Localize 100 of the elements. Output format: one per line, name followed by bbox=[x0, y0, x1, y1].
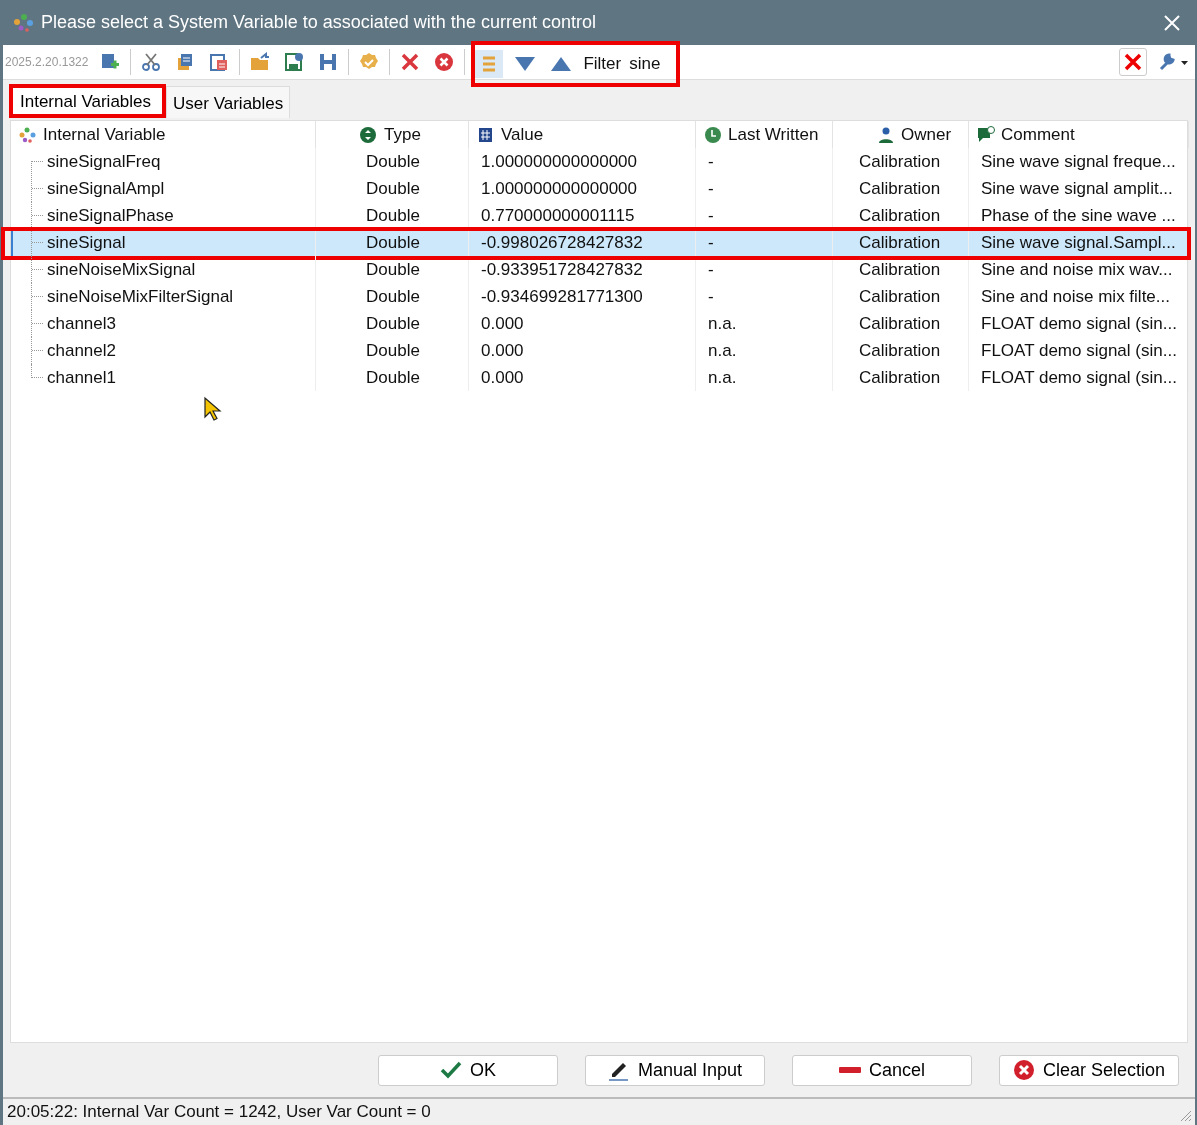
variable-name: channel2 bbox=[47, 339, 116, 362]
variable-name: sineSignal bbox=[47, 231, 126, 254]
version-label: 2025.2.20.1322 bbox=[5, 54, 89, 71]
delete-icon bbox=[400, 52, 421, 72]
table-cell: - bbox=[696, 256, 833, 283]
table-cell: Double bbox=[316, 202, 469, 229]
dialog-button[interactable]: Cancel bbox=[792, 1054, 972, 1086]
filter-value: sine bbox=[629, 53, 661, 76]
comment-icon bbox=[977, 126, 995, 144]
filter-label: Filter bbox=[583, 53, 622, 76]
table-cell: 0.770000000001115 bbox=[469, 202, 696, 229]
seal-check-icon bbox=[359, 52, 380, 72]
table-cell: FLOAT demo signal (sin... bbox=[969, 337, 1189, 364]
column-header[interactable]: Type bbox=[316, 121, 469, 149]
table-cell: Calibration bbox=[833, 202, 969, 229]
tree-item[interactable]: sineNoiseMixSignal bbox=[11, 256, 316, 283]
table-cell: 0.000 bbox=[469, 310, 696, 337]
tree-item[interactable]: sineNoiseMixFilterSignal bbox=[11, 283, 316, 310]
table-cell: Double bbox=[316, 229, 469, 256]
table-cell: Calibration bbox=[833, 283, 969, 310]
table-cell: - bbox=[696, 148, 833, 175]
table-cell: - bbox=[696, 283, 833, 310]
table-cell: Double bbox=[316, 175, 469, 202]
dialog-button[interactable]: Clear Selection bbox=[999, 1054, 1179, 1086]
table-cell: 0.000 bbox=[469, 337, 696, 364]
header-label: Value bbox=[501, 124, 544, 147]
letter-h-icon bbox=[318, 52, 339, 72]
minus-icon bbox=[839, 1067, 861, 1073]
window-title: Please select a System Variable to associated with the current control bbox=[41, 11, 596, 34]
tree-item[interactable]: sineSignalAmpl bbox=[11, 175, 316, 202]
wrench-caret-icon bbox=[1157, 52, 1189, 72]
clock-icon bbox=[704, 126, 722, 144]
tree-item[interactable]: sineSignalFreq bbox=[11, 148, 316, 175]
table-cell: Double bbox=[316, 148, 469, 175]
variable-name: sineSignalFreq bbox=[47, 150, 161, 173]
table-cell: Double bbox=[316, 256, 469, 283]
column-header[interactable]: Value bbox=[469, 121, 696, 149]
column-header[interactable]: Last Written bbox=[696, 121, 833, 149]
save-icon bbox=[284, 52, 305, 72]
clear-circle-icon bbox=[1012, 1059, 1035, 1081]
tree-item[interactable]: sineSignal bbox=[11, 229, 316, 256]
tree-item[interactable]: channel3 bbox=[11, 310, 316, 337]
table-cell: FLOAT demo signal (sin... bbox=[969, 364, 1189, 391]
column-header[interactable]: Comment bbox=[969, 121, 1189, 149]
table-cell: n.a. bbox=[696, 364, 833, 391]
scissors-icon bbox=[141, 52, 162, 72]
variable-name: channel3 bbox=[47, 312, 116, 335]
table-cell: Double bbox=[316, 364, 469, 391]
clipboard-icon bbox=[209, 52, 230, 72]
table-cell: FLOAT demo signal (sin... bbox=[969, 310, 1189, 337]
table-cell: -0.933951728427832 bbox=[469, 256, 696, 283]
header-label: Internal Variable bbox=[43, 124, 166, 147]
dialog-button[interactable]: OK bbox=[378, 1054, 558, 1086]
header-label: Owner bbox=[901, 124, 952, 147]
tree-item[interactable]: channel2 bbox=[11, 337, 316, 364]
header-label: Comment bbox=[1001, 124, 1075, 147]
hash-icon bbox=[477, 126, 495, 144]
table-cell: Calibration bbox=[833, 310, 969, 337]
table-cell: - bbox=[696, 229, 833, 256]
status-text: 20:05:22: Internal Var Count = 1242, User Var Count = 0 bbox=[7, 1101, 431, 1124]
table-cell: Sine wave signal freque... bbox=[969, 148, 1189, 175]
variable-name: sineNoiseMixFilterSignal bbox=[47, 285, 234, 308]
column-header[interactable]: Owner bbox=[833, 121, 969, 149]
table-cell: Calibration bbox=[833, 256, 969, 283]
table-cell: Sine and noise mix filte... bbox=[969, 283, 1189, 310]
variable-name: channel1 bbox=[47, 366, 116, 389]
table-cell: 0.000 bbox=[469, 364, 696, 391]
table-cell: n.a. bbox=[696, 310, 833, 337]
variable-name: sineSignalPhase bbox=[47, 204, 174, 227]
mouse-cursor-icon bbox=[203, 396, 223, 422]
table-cell: Double bbox=[316, 283, 469, 310]
table-cell: Sine and noise mix wav... bbox=[969, 256, 1189, 283]
table-cell: 1.000000000000000 bbox=[469, 175, 696, 202]
table-cell: 1.000000000000000 bbox=[469, 148, 696, 175]
table-cell: Calibration bbox=[833, 337, 969, 364]
variable-name: sineNoiseMixSignal bbox=[47, 258, 196, 281]
variable-name: sineSignalAmpl bbox=[47, 177, 165, 200]
dots-icon bbox=[19, 126, 37, 144]
app-logo-icon bbox=[13, 12, 33, 33]
table-cell: Calibration bbox=[833, 148, 969, 175]
table-cell: Double bbox=[316, 337, 469, 364]
header-label: Type bbox=[384, 124, 421, 147]
folder-icon bbox=[250, 52, 271, 72]
column-header[interactable]: Internal Variable bbox=[11, 121, 316, 149]
tree-item[interactable]: channel1 bbox=[11, 364, 316, 391]
check-icon bbox=[440, 1059, 462, 1081]
tab[interactable]: User Variables bbox=[166, 86, 291, 118]
dialog-button[interactable]: Manual Input bbox=[585, 1054, 765, 1086]
close-icon bbox=[1123, 52, 1143, 72]
tree-item[interactable]: sineSignalPhase bbox=[11, 202, 316, 229]
tab[interactable]: Internal Variables bbox=[9, 84, 167, 118]
close-icon bbox=[1163, 14, 1181, 33]
table-cell: -0.998026728427832 bbox=[469, 229, 696, 256]
table-cell: n.a. bbox=[696, 337, 833, 364]
table-cell: Sine wave signal amplit... bbox=[969, 175, 1189, 202]
table-cell: - bbox=[696, 175, 833, 202]
clear-filter-button[interactable] bbox=[1119, 48, 1147, 76]
table-cell: -0.934699281771300 bbox=[469, 283, 696, 310]
person-icon bbox=[877, 126, 895, 144]
sort-arrows-icon bbox=[360, 126, 378, 144]
